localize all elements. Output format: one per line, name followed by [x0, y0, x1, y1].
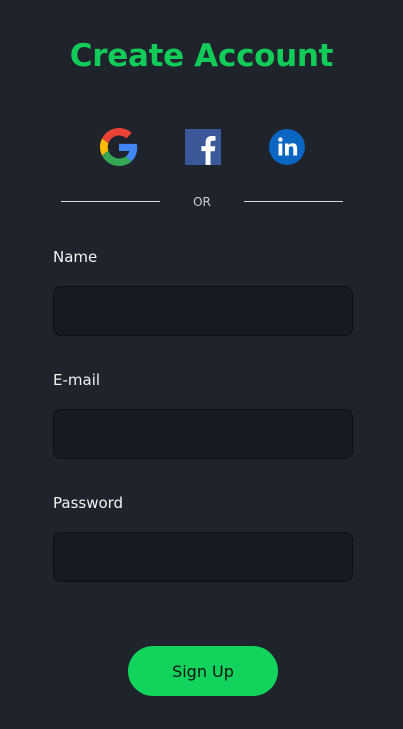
name-label: Name	[53, 248, 98, 266]
divider-text: OR	[193, 195, 211, 209]
name-field[interactable]	[53, 286, 353, 336]
linkedin-login-button[interactable]	[268, 128, 306, 166]
google-icon	[100, 128, 138, 166]
divider-line-left	[61, 201, 160, 202]
email-field[interactable]	[53, 409, 353, 459]
signup-page: Create Account OR Name E-mail Password S…	[0, 0, 403, 729]
or-divider: OR	[0, 194, 403, 210]
sign-up-button[interactable]: Sign Up	[128, 646, 278, 696]
divider-line-right	[244, 201, 343, 202]
linkedin-icon	[269, 129, 305, 165]
social-login-row	[0, 128, 403, 166]
email-label: E-mail	[53, 371, 101, 389]
google-login-button[interactable]	[100, 128, 138, 166]
password-field[interactable]	[53, 532, 353, 582]
page-title: Create Account	[69, 38, 334, 74]
facebook-icon	[185, 129, 221, 165]
facebook-login-button[interactable]	[184, 128, 222, 166]
password-label: Password	[53, 494, 124, 512]
